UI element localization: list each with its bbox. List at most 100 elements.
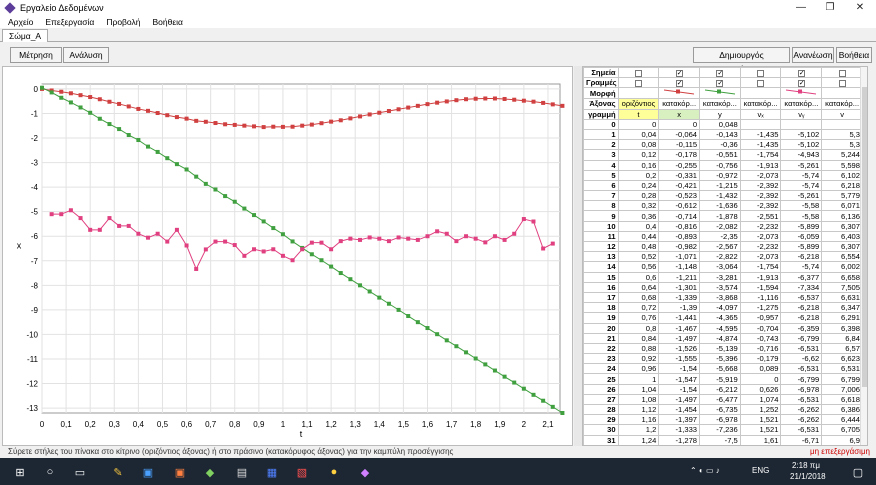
search-icon[interactable]: ○ — [40, 462, 60, 482]
points-row-cell[interactable]: ✓ — [658, 67, 701, 79]
checkbox[interactable]: ✓ — [797, 69, 805, 77]
lines-row-cell[interactable]: ✓ — [699, 77, 741, 89]
tray-icons[interactable]: ⌃ ◐ ▭ ♪ — [690, 466, 720, 475]
panel-splitter[interactable] — [574, 66, 582, 446]
analysis-button[interactable]: Ανάλυση — [63, 47, 109, 63]
points-row-cell[interactable] — [617, 67, 660, 79]
axis-select[interactable]: κατακόρ... — [699, 98, 741, 110]
table-cell: 0,08 — [617, 139, 660, 151]
language-indicator[interactable]: ENG — [752, 466, 769, 475]
points-row-cell[interactable] — [739, 67, 782, 79]
table-cell: -3,281 — [699, 271, 741, 283]
minimize-button[interactable]: — — [786, 0, 816, 15]
data-point — [155, 111, 160, 116]
notification-icon[interactable]: ▢ — [848, 462, 868, 482]
axis-select[interactable]: κατακόρ... — [658, 98, 701, 110]
checkbox[interactable] — [634, 69, 642, 77]
table-scrollbar[interactable] — [860, 67, 867, 445]
data-point — [492, 234, 497, 239]
checkbox[interactable] — [634, 79, 642, 87]
shape-cell[interactable] — [739, 87, 782, 100]
chrome-icon[interactable]: ● — [324, 462, 344, 482]
data-point — [531, 392, 536, 397]
photoshop-icon[interactable]: ▣ — [138, 462, 158, 482]
points-row-cell[interactable]: ✓ — [780, 67, 823, 79]
checkbox[interactable] — [757, 79, 765, 87]
refresh-button[interactable]: Ανανέωση — [792, 47, 834, 63]
clock-date[interactable]: 21/1/2018 — [790, 472, 826, 481]
table-row: 11 0,44 -0,893 -2,35 -2,073 -6,059 6,403 — [583, 230, 863, 243]
shape-cell[interactable] — [658, 87, 701, 100]
maximize-button[interactable]: ❐ — [815, 0, 845, 15]
motion-chart[interactable]: 0 0,1 0,2 0,3 0,4 0,5 0,6 0,7 0,8 0,9 1 1,1 1,2 1,3 1,… — [3, 67, 572, 445]
table-row: 27 1,08 -1,497 -6,477 1,074 -6,531 6,618 — [583, 393, 863, 406]
data-point — [415, 103, 420, 108]
task-view-icon[interactable]: ▭ — [70, 462, 90, 482]
help-button[interactable]: Βοήθεια — [836, 47, 872, 63]
shape-cell[interactable] — [821, 87, 863, 100]
data-point — [541, 398, 546, 403]
data-point — [444, 99, 449, 104]
shape-cell[interactable] — [617, 87, 660, 100]
table-row: 21 0,84 -1,497 -4,874 -0,743 -6,799 6,84 — [583, 332, 863, 344]
table-cell: 5,598 — [821, 159, 863, 171]
data-creator-button[interactable]: Δημιουργός δεδομένων... — [693, 47, 790, 74]
lines-row-cell[interactable]: ✓ — [658, 77, 701, 89]
column-header[interactable]: vᵧ — [780, 108, 823, 120]
table-cell: 1,61 — [739, 434, 782, 445]
checkbox[interactable] — [757, 69, 765, 77]
menu-edit[interactable]: Επεξεργασία — [45, 17, 94, 27]
folder-icon[interactable]: ▤ — [232, 462, 252, 482]
table-cell: 6,799 — [821, 373, 863, 385]
data-point — [242, 123, 247, 128]
lines-row-cell[interactable]: ✓ — [780, 77, 823, 89]
filezilla-icon[interactable]: ▧ — [292, 462, 312, 482]
clock-time[interactable]: 2:18 πμ — [792, 461, 820, 470]
lines-row-cell[interactable] — [739, 77, 782, 89]
row-index: 29 — [583, 414, 619, 426]
table-cell: -2,073 — [739, 230, 782, 243]
menu-help[interactable]: Βοήθεια — [152, 17, 182, 27]
scrollbar-thumb[interactable] — [862, 87, 867, 387]
column-header[interactable]: y — [699, 108, 741, 120]
start-icon[interactable]: ⊞ — [10, 462, 30, 482]
column-header[interactable]: v — [821, 108, 863, 120]
checkbox[interactable] — [838, 69, 846, 77]
checkbox[interactable]: ✓ — [675, 79, 683, 87]
word-icon[interactable]: ▦ — [262, 462, 282, 482]
points-row-cell[interactable] — [821, 67, 863, 79]
app-tool-icon[interactable]: ✎ — [108, 462, 128, 482]
axis-select[interactable]: κατακόρ... — [821, 98, 863, 110]
axis-select[interactable]: οριζόντιος — [617, 98, 660, 110]
lines-row-cell[interactable] — [821, 77, 863, 89]
data-point — [512, 97, 517, 102]
checkbox[interactable]: ✓ — [675, 69, 683, 77]
table-row: 14 0,56 -1,148 -3,064 -1,754 -5,74 6,002 — [583, 261, 863, 273]
column-header[interactable]: t — [617, 108, 660, 120]
menu-file[interactable]: Αρχείο — [8, 17, 33, 27]
lines-row-cell[interactable] — [617, 77, 660, 89]
close-button[interactable]: ✕ — [845, 0, 875, 15]
points-row-cell[interactable]: ✓ — [699, 67, 741, 79]
column-header[interactable]: vₓ — [739, 108, 782, 120]
image-app-icon[interactable]: ▣ — [170, 462, 190, 482]
tab-body-a[interactable]: Σώμα_Α — [2, 29, 49, 42]
checkbox[interactable]: ✓ — [716, 79, 724, 87]
table-cell: -1,913 — [739, 159, 782, 171]
table-cell: -5,919 — [699, 373, 741, 385]
checkbox[interactable]: ✓ — [797, 79, 805, 87]
checkbox[interactable]: ✓ — [716, 69, 724, 77]
table-cell: 0 — [658, 118, 701, 130]
column-header[interactable]: x — [658, 108, 701, 120]
shape-cell[interactable] — [699, 87, 741, 100]
table-cell: -1,54 — [658, 363, 701, 375]
measure-button[interactable]: Μέτρηση — [10, 47, 62, 63]
checkbox[interactable] — [838, 79, 846, 87]
data-tool-icon[interactable]: ◆ — [355, 462, 375, 482]
data-point — [126, 133, 131, 138]
diagram-app-icon[interactable]: ◆ — [200, 462, 220, 482]
shape-cell[interactable] — [780, 87, 823, 100]
axis-select[interactable]: κατακόρ... — [739, 98, 782, 110]
menu-view[interactable]: Προβολή — [106, 17, 140, 27]
axis-select[interactable]: κατακόρ... — [780, 98, 823, 110]
